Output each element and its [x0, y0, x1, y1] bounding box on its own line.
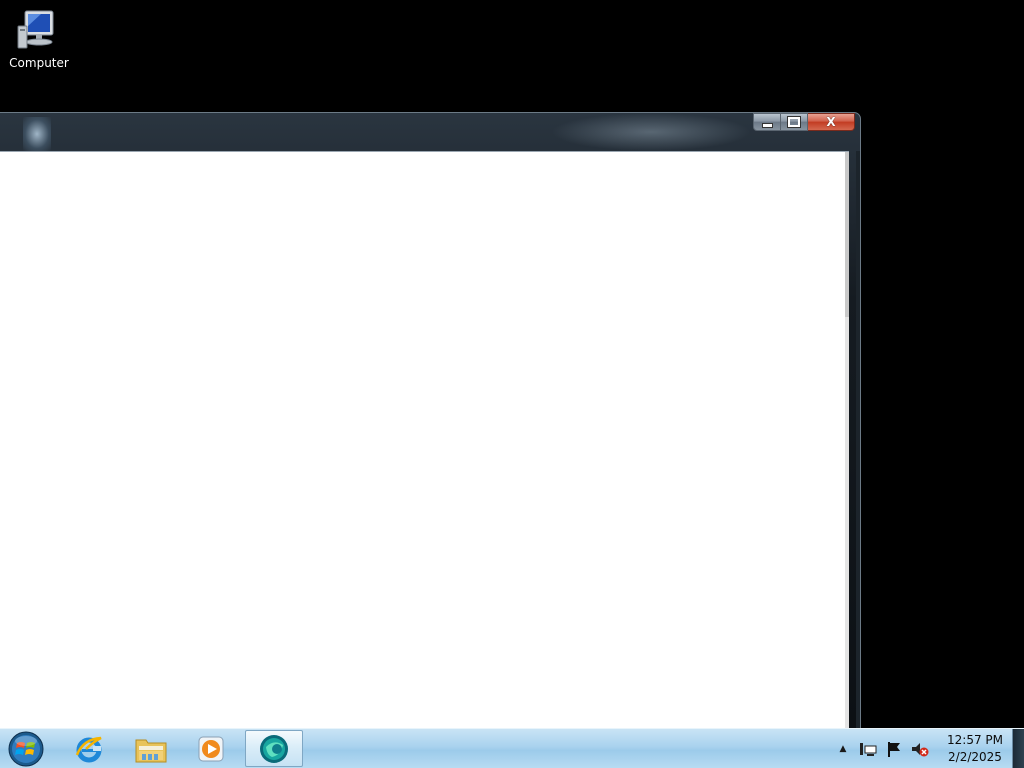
internet-explorer-icon: [75, 736, 102, 762]
action-center-flag-icon[interactable]: [884, 740, 904, 758]
desktop-icon-computer[interactable]: Computer: [4, 8, 74, 78]
system-tray: ▲ 12:57 PM 2/2/2025: [836, 729, 1010, 768]
taskbar-internet-explorer[interactable]: [60, 730, 118, 767]
desktop: Computer X ▲ 12:57 PM 2/2/2025: [0, 0, 1024, 768]
show-hidden-icons-button[interactable]: ▲: [836, 744, 850, 754]
windows-start-orb-icon[interactable]: [6, 730, 46, 768]
window-titlebar[interactable]: X: [0, 113, 860, 151]
titlebar-sheen: [551, 113, 751, 151]
window-content-area[interactable]: [0, 151, 849, 731]
volume-muted-icon[interactable]: [910, 740, 930, 758]
close-icon: X: [826, 115, 836, 129]
clock-time: 12:57 PM: [947, 733, 1003, 747]
network-icon[interactable]: [858, 740, 878, 758]
taskbar-windows-media-player[interactable]: [182, 730, 240, 767]
windows-explorer-folder-icon: [135, 739, 167, 762]
show-desktop-button[interactable]: [1012, 729, 1024, 768]
browser-app-icon: [260, 734, 288, 763]
maximize-button[interactable]: [781, 113, 808, 131]
taskbar: ▲ 12:57 PM 2/2/2025: [0, 728, 1024, 768]
windows-media-player-icon: [198, 736, 224, 761]
app-window[interactable]: X: [0, 112, 861, 732]
clock[interactable]: 12:57 PM 2/2/2025: [940, 732, 1010, 766]
minimize-button[interactable]: [753, 113, 781, 131]
scrollbar-thumb[interactable]: [845, 152, 849, 317]
maximize-icon: [787, 116, 801, 128]
minimize-icon: [761, 122, 773, 128]
close-button[interactable]: X: [808, 113, 855, 131]
caption-buttons: X: [753, 113, 855, 133]
desktop-icon-label: Computer: [9, 56, 69, 70]
clock-date: 2/2/2025: [948, 750, 1002, 764]
vertical-scrollbar[interactable]: [845, 152, 849, 731]
window-app-icon: [23, 117, 51, 151]
taskbar-browser-app[interactable]: [245, 730, 303, 767]
taskbar-windows-explorer[interactable]: [122, 730, 180, 767]
window-right-border: [856, 151, 860, 731]
computer-icon: [17, 10, 54, 49]
